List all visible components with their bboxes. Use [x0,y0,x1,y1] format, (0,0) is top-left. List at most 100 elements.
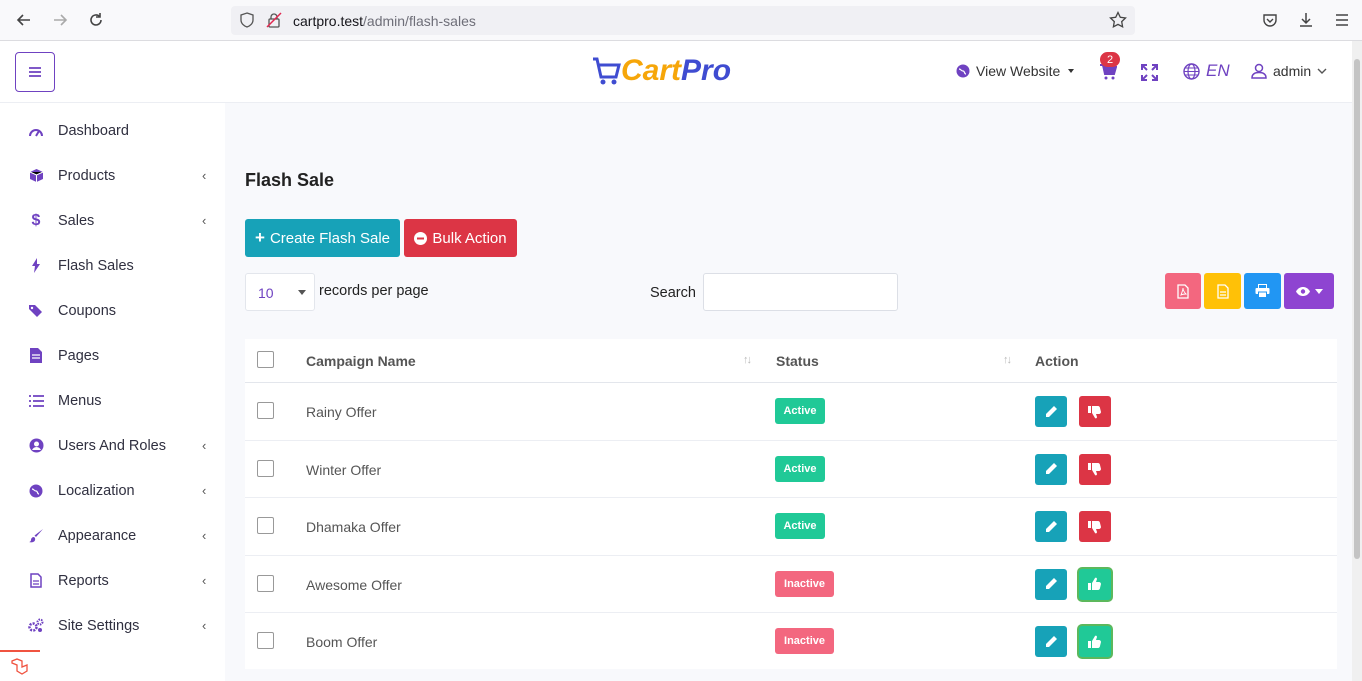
user-menu[interactable]: admin [1251,63,1327,79]
sidebar-item-pages[interactable]: Pages [0,333,225,378]
sidebar-item-products[interactable]: Products ‹ [0,153,225,198]
sidebar-item-label: Menus [58,392,102,409]
cogs-icon [28,618,44,634]
select-all-checkbox[interactable] [257,351,274,368]
user-circle-icon [28,438,44,454]
sidebar-item-dashboard[interactable]: Dashboard [0,108,225,153]
app-header: Cart Pro View Website 2 EN admin [0,41,1352,103]
cart-icon[interactable] [1099,64,1118,85]
sidebar-item-appearance[interactable]: Appearance ‹ [0,513,225,558]
shield-icon[interactable] [239,12,255,33]
language-label: EN [1206,61,1230,80]
forward-icon[interactable] [50,10,70,30]
sidebar-item-users-and-roles[interactable]: Users And Roles ‹ [0,423,225,468]
edit-button[interactable] [1035,568,1067,600]
reload-icon[interactable] [86,10,106,30]
user-icon [1251,63,1267,79]
campaign-name: Winter Offer [306,461,382,478]
scrollbar-thumb[interactable] [1354,59,1360,559]
sort-icon[interactable]: ↑↓ [743,354,752,366]
row-checkbox[interactable] [257,402,274,419]
row-checkbox[interactable] [257,574,274,592]
bars-icon [29,67,41,77]
row-checkbox[interactable] [257,459,274,477]
pencil-icon [1046,463,1057,474]
download-icon[interactable] [1296,10,1316,30]
edit-button[interactable] [1035,396,1067,427]
back-icon[interactable] [14,10,34,30]
column-header-campaign-name[interactable]: Campaign Name [306,353,416,369]
activate-button[interactable] [1079,626,1111,657]
address-bar[interactable]: cartpro.test/admin/flash-sales [231,6,1135,35]
thumbs-down-icon [1088,520,1101,533]
chevron-left-icon: ‹ [202,483,207,498]
print-button[interactable] [1244,273,1281,309]
export-pdf-button[interactable] [1165,273,1201,309]
sidebar-item-site-settings[interactable]: Site Settings ‹ [0,603,225,648]
sidebar-item-reports[interactable]: Reports ‹ [0,558,225,603]
campaign-name: Awesome Offer [306,576,402,593]
status-badge: Active [775,455,825,482]
create-flash-sale-label: Create Flash Sale [269,229,390,247]
row-checkbox[interactable] [257,632,274,649]
pocket-icon[interactable] [1260,10,1280,30]
language-selector[interactable]: EN [1183,61,1230,81]
fullscreen-icon[interactable] [1141,64,1158,86]
bulk-action-button[interactable]: Bulk Action [404,219,517,257]
cartpro-logo[interactable]: Cart Pro [591,53,731,89]
records-per-page-select[interactable]: 10 [245,273,315,311]
pencil-icon [1046,405,1057,417]
search-input[interactable] [703,273,898,311]
bulk-action-label: Bulk Action [432,229,507,247]
file-icon [28,348,44,364]
view-website-dropdown[interactable]: View Website [956,63,1075,79]
sort-icon[interactable]: ↑↓ [1003,354,1012,366]
thumbs-down-icon [1088,463,1101,476]
sidebar-item-sales[interactable]: $ Sales ‹ [0,198,225,243]
edit-button[interactable] [1035,511,1067,542]
page-scrollbar[interactable] [1352,41,1362,681]
flash-sales-table: Campaign Name ↑↓ Status ↑↓ Action Rainy … [245,339,1337,669]
column-visibility-button[interactable] [1284,273,1334,309]
chevron-left-icon: ‹ [202,168,207,183]
deactivate-button[interactable] [1079,396,1111,427]
table-row: Awesome Offer Inactive [245,556,1337,613]
sidebar-item-label: Dashboard [58,122,129,139]
sidebar-item-label: Localization [58,482,135,499]
chevron-left-icon: ‹ [202,528,207,543]
activate-button[interactable] [1079,568,1111,600]
sidebar-item-flash-sales[interactable]: Flash Sales [0,243,225,288]
column-header-action: Action [1035,353,1079,369]
edit-button[interactable] [1035,453,1067,485]
deactivate-button[interactable] [1079,511,1111,542]
create-flash-sale-button[interactable]: + Create Flash Sale [245,219,400,257]
row-checkbox[interactable] [257,517,274,534]
column-header-status[interactable]: Status [776,353,819,369]
export-csv-button[interactable] [1204,273,1241,309]
sidebar-item-menus[interactable]: Menus [0,378,225,423]
bolt-icon [28,258,44,274]
chevron-left-icon: ‹ [202,618,207,633]
sidebar-item-label: Users And Roles [58,437,166,454]
deactivate-button[interactable] [1079,453,1111,485]
sidebar-item-label: Sales [58,212,95,229]
sidebar-item-label: Appearance [58,527,137,544]
table-header: Campaign Name ↑↓ Status ↑↓ Action [245,339,1337,383]
sidebar: Dashboard Products ‹ $ Sales ‹ Flash Sal… [0,103,225,681]
laravel-debug-icon[interactable] [0,650,40,681]
caret-down-icon [298,290,306,295]
bookmark-star-icon[interactable] [1109,10,1127,34]
sidebar-toggle-button[interactable] [15,52,55,92]
insecure-lock-icon[interactable] [266,12,282,33]
tags-icon [28,303,44,319]
status-badge: Active [775,398,825,424]
pencil-icon [1046,520,1057,532]
sidebar-item-localization[interactable]: Localization ‹ [0,468,225,513]
thumbs-down-icon [1088,405,1101,418]
campaign-name: Dhamaka Offer [306,519,401,535]
edit-button[interactable] [1035,626,1067,657]
hamburger-menu-icon[interactable] [1332,10,1352,30]
records-per-page-label: records per page [319,283,429,299]
pencil-icon [1046,635,1057,647]
sidebar-item-coupons[interactable]: Coupons [0,288,225,333]
